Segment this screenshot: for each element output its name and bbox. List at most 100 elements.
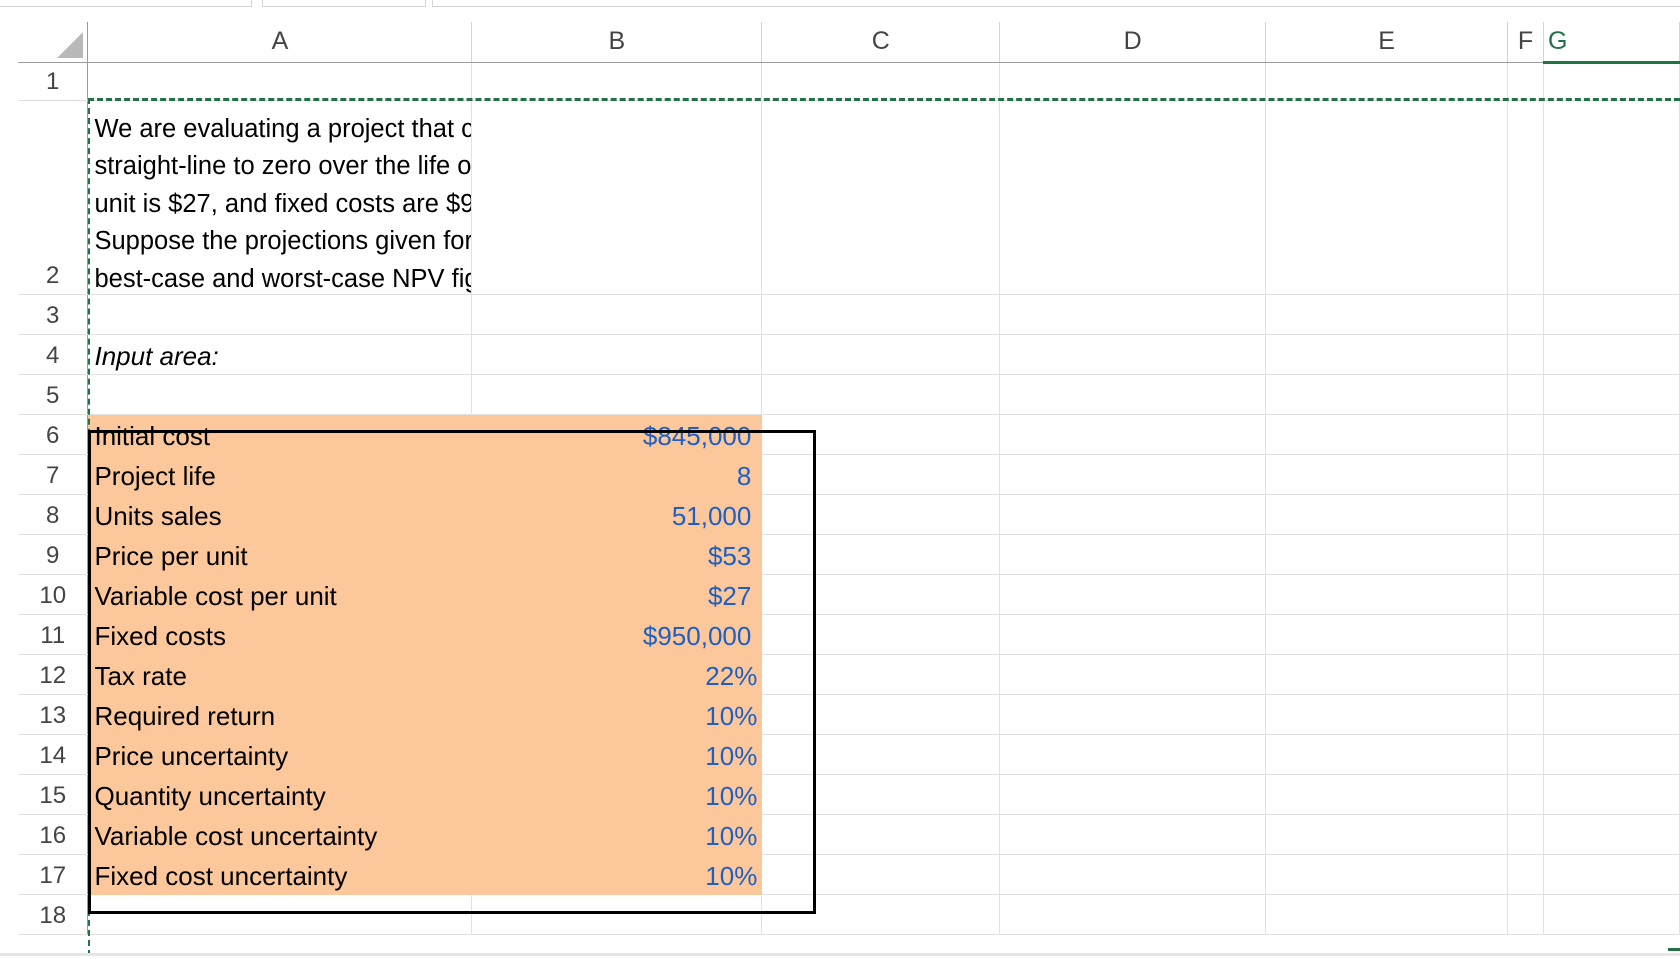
input-label-tax-rate[interactable]: Tax rate	[87, 654, 473, 695]
input-value-price-uncertainty[interactable]: 10%	[471, 734, 763, 775]
cell-e1[interactable]	[1265, 62, 1509, 101]
cell-f8[interactable]	[1507, 494, 1544, 535]
input-value-initial-cost[interactable]: $845,000	[471, 414, 763, 455]
cell-c3[interactable]	[761, 294, 1001, 335]
cell-d7[interactable]	[999, 454, 1267, 495]
cell-d17[interactable]	[999, 854, 1267, 895]
cell-g12[interactable]	[1543, 654, 1680, 695]
cell-a1[interactable]	[87, 62, 473, 101]
cell-g13[interactable]	[1543, 694, 1680, 735]
cell-c6[interactable]	[761, 414, 1001, 455]
cell-f10[interactable]	[1507, 574, 1544, 615]
cell-g6[interactable]	[1543, 414, 1680, 455]
cell-e9[interactable]	[1265, 534, 1509, 575]
column-header-c[interactable]: C	[761, 22, 1001, 63]
cell-f12[interactable]	[1507, 654, 1544, 695]
cell-g2[interactable]	[1543, 100, 1680, 295]
cell-d15[interactable]	[999, 774, 1267, 815]
input-value-tax-rate[interactable]: 22%	[471, 654, 763, 695]
input-value-quantity-uncertainty[interactable]: 10%	[471, 774, 763, 815]
cell-a3[interactable]	[87, 294, 473, 335]
input-label-initial-cost[interactable]: Initial cost	[87, 414, 473, 455]
input-label-variable-cost-uncertainty[interactable]: Variable cost uncertainty	[87, 814, 473, 855]
cell-a2[interactable]: We are evaluating a project that costs $…	[87, 100, 473, 295]
cell-d12[interactable]	[999, 654, 1267, 695]
cell-c7[interactable]	[761, 454, 1001, 495]
cell-e7[interactable]	[1265, 454, 1509, 495]
input-value-fixed-costs[interactable]: $950,000	[471, 614, 763, 655]
row-header-6[interactable]: 6	[18, 414, 89, 455]
cell-e10[interactable]	[1265, 574, 1509, 615]
cell-d3[interactable]	[999, 294, 1267, 335]
cell-e16[interactable]	[1265, 814, 1509, 855]
cell-c12[interactable]	[761, 654, 1001, 695]
cell-d10[interactable]	[999, 574, 1267, 615]
cell-c10[interactable]	[761, 574, 1001, 615]
cell-f18[interactable]	[1507, 894, 1544, 935]
cell-e11[interactable]	[1265, 614, 1509, 655]
row-header-2[interactable]: 2	[18, 100, 89, 295]
cell-f13[interactable]	[1507, 694, 1544, 735]
cell-a5[interactable]	[87, 374, 473, 415]
cell-f2[interactable]	[1507, 100, 1544, 295]
cell-e18[interactable]	[1265, 894, 1509, 935]
input-value-price-per-unit[interactable]: $53	[471, 534, 763, 575]
column-header-g[interactable]: G	[1543, 22, 1680, 64]
cell-e14[interactable]	[1265, 734, 1509, 775]
row-header-15[interactable]: 15	[18, 774, 89, 815]
input-value-required-return[interactable]: 10%	[471, 694, 763, 735]
cell-g1[interactable]	[1543, 62, 1680, 101]
cell-c11[interactable]	[761, 614, 1001, 655]
cell-g18[interactable]	[1543, 894, 1680, 935]
row-header-9[interactable]: 9	[18, 534, 89, 575]
cell-e4[interactable]	[1265, 334, 1509, 375]
cell-b5[interactable]	[471, 374, 763, 415]
cell-f14[interactable]	[1507, 734, 1544, 775]
cell-d2[interactable]	[999, 100, 1267, 295]
cell-b18[interactable]	[471, 894, 763, 935]
cell-e15[interactable]	[1265, 774, 1509, 815]
cell-e13[interactable]	[1265, 694, 1509, 735]
cell-g15[interactable]	[1543, 774, 1680, 815]
cell-e8[interactable]	[1265, 494, 1509, 535]
input-area-label[interactable]: Input area:	[87, 334, 473, 375]
cell-c17[interactable]	[761, 854, 1001, 895]
cell-c9[interactable]	[761, 534, 1001, 575]
row-header-3[interactable]: 3	[18, 294, 89, 335]
input-value-project-life[interactable]: 8	[471, 454, 763, 495]
row-header-12[interactable]: 12	[18, 654, 89, 695]
cell-c16[interactable]	[761, 814, 1001, 855]
input-label-price-uncertainty[interactable]: Price uncertainty	[87, 734, 473, 775]
cell-g16[interactable]	[1543, 814, 1680, 855]
cell-d14[interactable]	[999, 734, 1267, 775]
cell-d5[interactable]	[999, 374, 1267, 415]
row-header-16[interactable]: 16	[18, 814, 89, 855]
row-header-5[interactable]: 5	[18, 374, 89, 415]
row-header-17[interactable]: 17	[18, 854, 89, 895]
cell-c18[interactable]	[761, 894, 1001, 935]
input-label-units-sales[interactable]: Units sales	[87, 494, 473, 535]
select-all-corner[interactable]	[18, 22, 89, 63]
cell-d18[interactable]	[999, 894, 1267, 935]
cell-c5[interactable]	[761, 374, 1001, 415]
cell-e5[interactable]	[1265, 374, 1509, 415]
input-value-variable-cost[interactable]: $27	[471, 574, 763, 615]
input-label-variable-cost[interactable]: Variable cost per unit	[87, 574, 473, 615]
cell-e2[interactable]	[1265, 100, 1509, 295]
input-label-fixed-costs[interactable]: Fixed costs	[87, 614, 473, 655]
column-header-d[interactable]: D	[999, 22, 1267, 63]
row-header-11[interactable]: 11	[18, 614, 89, 655]
input-label-project-life[interactable]: Project life	[87, 454, 473, 495]
cell-g3[interactable]	[1543, 294, 1680, 335]
cell-f9[interactable]	[1507, 534, 1544, 575]
cell-c2[interactable]	[761, 100, 1001, 295]
column-header-e[interactable]: E	[1265, 22, 1509, 63]
row-header-13[interactable]: 13	[18, 694, 89, 735]
cell-f3[interactable]	[1507, 294, 1544, 335]
cell-g17[interactable]	[1543, 854, 1680, 895]
row-header-18[interactable]: 18	[18, 894, 89, 935]
cell-d11[interactable]	[999, 614, 1267, 655]
cell-g11[interactable]	[1543, 614, 1680, 655]
cell-g4[interactable]	[1543, 334, 1680, 375]
cell-d4[interactable]	[999, 334, 1267, 375]
